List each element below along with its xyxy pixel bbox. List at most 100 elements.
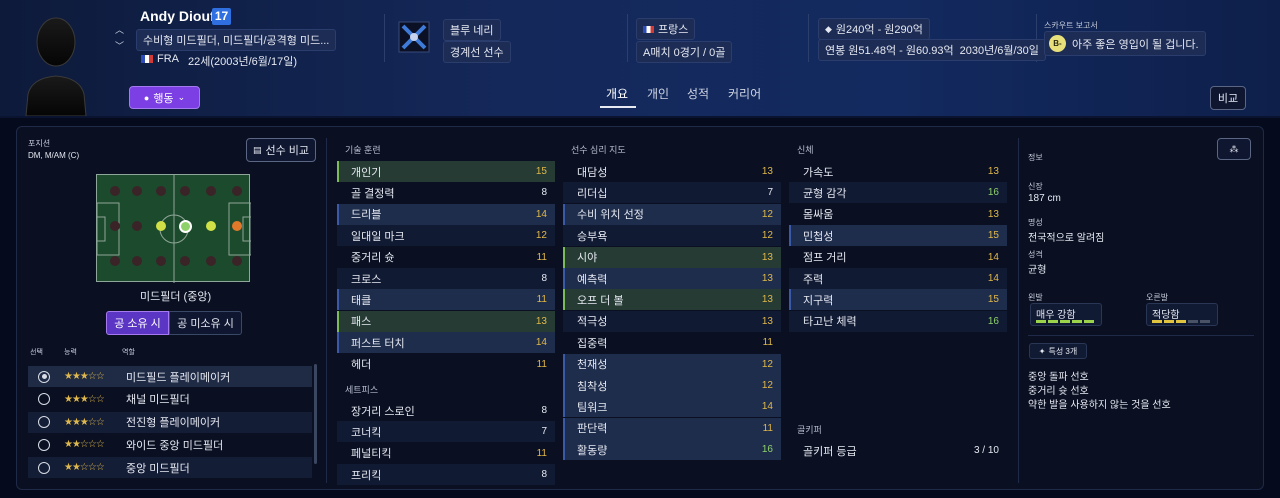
- pitch-position-dot: [156, 256, 166, 266]
- attribute-value: 12: [761, 358, 773, 370]
- attribute-row: 승부욕 12: [563, 225, 781, 247]
- club-crest-icon[interactable]: [397, 20, 431, 54]
- divider: [627, 14, 628, 62]
- attribute-name: 승부욕: [577, 230, 608, 243]
- attribute-row: 몸싸움 13: [789, 204, 1007, 225]
- role-radio[interactable]: [38, 438, 50, 451]
- role-list-scrollbar[interactable]: [314, 364, 317, 464]
- nation-code: FRA: [157, 53, 179, 65]
- club-name[interactable]: 블루 네리: [443, 19, 501, 41]
- compare-player-button[interactable]: ▤ 선수 비교: [246, 138, 316, 162]
- attribute-value: 8: [541, 187, 547, 199]
- attribute-value: 14: [987, 273, 999, 284]
- role-name: 채널 미드필더: [126, 394, 190, 407]
- attribute-value: 13: [761, 294, 773, 306]
- attribute-name: 수비 위치 선정: [577, 209, 644, 222]
- tab-personal[interactable]: 개인: [647, 85, 669, 102]
- action-button[interactable]: ● 행동 ⌄: [129, 86, 200, 109]
- attribute-name: 프리킥: [351, 469, 382, 482]
- attribute-row: 장거리 스로인 8: [337, 400, 555, 421]
- in-possession-toggle[interactable]: 공 소유 시: [106, 311, 169, 335]
- left-foot-label: 왼발: [1028, 293, 1043, 302]
- tab-career[interactable]: 커리어: [728, 85, 761, 102]
- role-row[interactable]: ★★☆☆☆ 와이드 중앙 미드필더: [28, 434, 312, 455]
- chevron-up-icon[interactable]: ︿: [115, 23, 124, 36]
- pitch-position-dot: [156, 186, 166, 196]
- attribute-row: 주력 14: [789, 268, 1007, 289]
- attribute-name: 개인기: [351, 166, 382, 179]
- attribute-value: 12: [761, 208, 773, 220]
- out-of-possession-toggle[interactable]: 공 미소유 시: [169, 311, 242, 335]
- nation-chip[interactable]: 프랑스: [636, 18, 696, 40]
- left-foot-bar: [1036, 320, 1094, 323]
- pitch-position-dot: [232, 221, 242, 231]
- france-flag-icon: [643, 25, 654, 33]
- role-radio[interactable]: [38, 461, 50, 474]
- pitch-position-dot: [180, 256, 190, 266]
- attribute-row: 천재성 12: [563, 353, 781, 375]
- player-name: Andy Diouf: [140, 8, 215, 24]
- tab-overview[interactable]: 개요: [606, 85, 628, 102]
- attribute-name: 타고난 체력: [803, 316, 857, 329]
- role-name: 와이드 중앙 미드필더: [126, 439, 224, 452]
- attribute-name: 코너킥: [351, 426, 382, 439]
- attribute-value: 8: [541, 405, 547, 416]
- attribute-row: 균형 감각 16: [789, 182, 1007, 204]
- role-radio[interactable]: [38, 393, 50, 406]
- role-row[interactable]: ★★★☆☆ 채널 미드필더: [28, 389, 312, 410]
- attribute-name: 팀워크: [577, 401, 608, 414]
- compare-player-label: 선수 비교: [265, 145, 310, 157]
- role-row[interactable]: ★★★☆☆ 미드필드 플레이메이커: [28, 366, 312, 387]
- positions-desc: 수비형 미드필더, 미드필더/공격형 미드...: [136, 29, 337, 51]
- pitch-position-dot: [180, 186, 190, 196]
- column-header-ability: 능력: [64, 349, 77, 356]
- attribute-value: 13: [761, 273, 773, 284]
- compare-button[interactable]: 비교: [1210, 86, 1246, 110]
- role-radio[interactable]: [38, 370, 50, 383]
- attribute-row: 프리킥 8: [337, 464, 555, 486]
- attribute-row: 지구력 15: [789, 289, 1007, 311]
- column-header-role: 역할: [122, 349, 135, 356]
- attribute-name: 리더십: [577, 187, 608, 200]
- attribute-value: 13: [987, 166, 999, 177]
- attribute-name: 장거리 스로인: [351, 405, 415, 418]
- traits-button[interactable]: ✦ 특성 3개: [1029, 343, 1087, 359]
- role-radio[interactable]: [38, 416, 50, 429]
- height-value: 187 cm: [1028, 193, 1061, 204]
- attribute-value: 15: [987, 230, 999, 242]
- attribute-row: 헤더 11: [337, 354, 555, 375]
- nation-caps: A매치 0경기 / 0골: [636, 41, 733, 63]
- attribute-value: 13: [535, 315, 547, 327]
- header-divider: [0, 116, 1280, 118]
- attribute-value: 13: [987, 208, 999, 220]
- attribute-row: 활동량 16: [563, 439, 781, 461]
- pitch-position-dot: [178, 219, 192, 233]
- info-icon: ⁂: [1229, 143, 1239, 154]
- tab-stats[interactable]: 성적: [687, 85, 709, 102]
- attribute-row: 수비 위치 선정 12: [563, 203, 781, 225]
- attribute-name: 패스: [351, 316, 372, 329]
- pitch-position-dot: [110, 256, 120, 266]
- chevron-down-icon[interactable]: ﹀: [115, 39, 124, 52]
- divider: [1018, 138, 1019, 483]
- info-icon-button[interactable]: ⁂: [1217, 138, 1251, 160]
- scout-report-chip[interactable]: B- 아주 좋은 영입이 될 겁니다.: [1044, 31, 1206, 56]
- attribute-name: 판단력: [577, 423, 608, 436]
- attribute-value: 7: [767, 187, 773, 199]
- attribute-row: 태클 11: [337, 289, 555, 311]
- role-row[interactable]: ★★☆☆☆ 중앙 미드필더: [28, 457, 312, 479]
- compare-icon: ▤: [252, 144, 262, 155]
- role-rating-stars-icon: ★★★☆☆: [64, 393, 105, 405]
- attribute-row: 집중력 11: [563, 332, 781, 353]
- action-button-label: 행동: [153, 92, 174, 105]
- attribute-value: 16: [987, 315, 999, 327]
- role-row[interactable]: ★★★☆☆ 전진형 플레이메이커: [28, 411, 312, 433]
- attribute-name: 민첩성: [803, 230, 834, 243]
- attribute-row: 개인기 15: [337, 161, 555, 182]
- divider: [1028, 335, 1254, 336]
- mental-title: 선수 심리 지도: [571, 145, 626, 155]
- attribute-row: 팀워크 14: [563, 396, 781, 418]
- tab-active-underline: [600, 106, 636, 108]
- attribute-value: 12: [535, 230, 547, 242]
- attribute-row: 골 결정력 8: [337, 182, 555, 203]
